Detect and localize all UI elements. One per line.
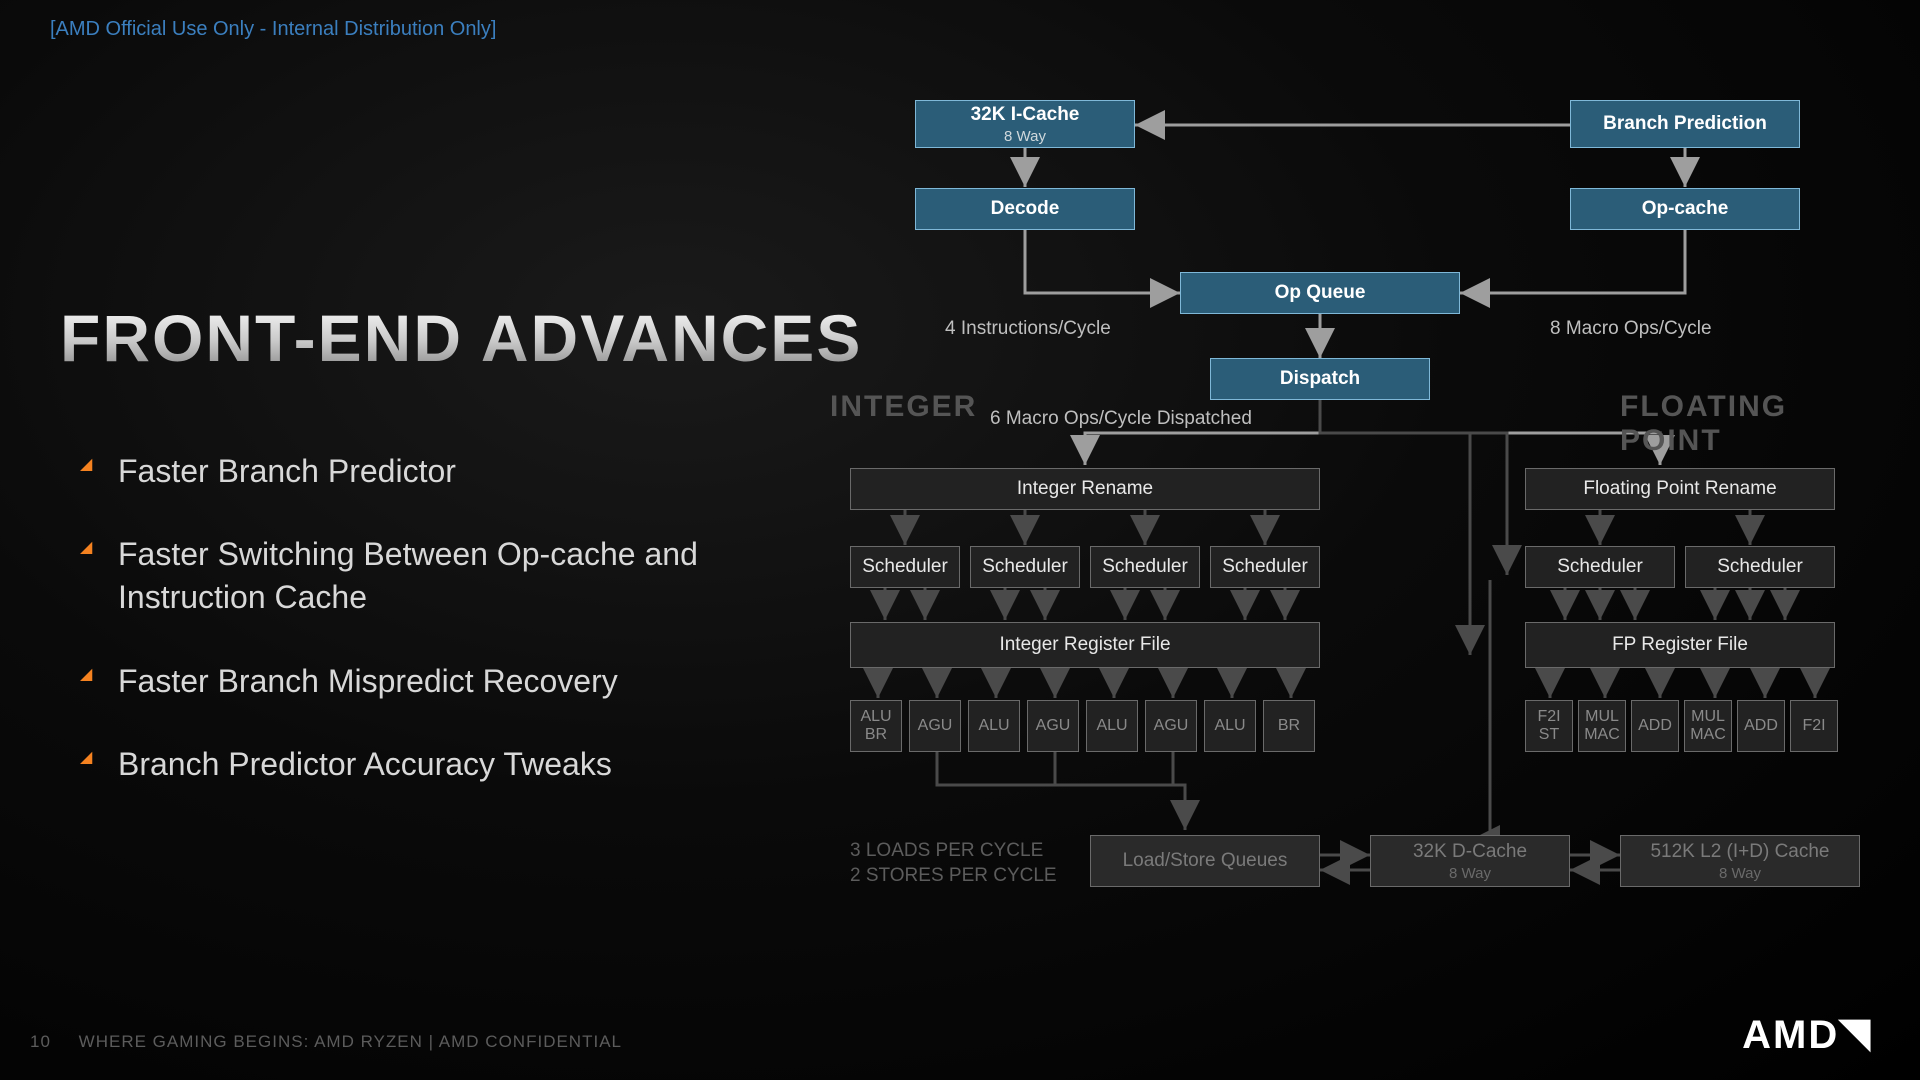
fp-exec-unit: MUL MAC (1684, 700, 1732, 752)
bullet-item: Faster Switching Between Op-cache and In… (80, 533, 800, 619)
macro-dispatch-caption: 6 Macro Ops/Cycle Dispatched (990, 408, 1252, 430)
int-regfile-block: Integer Register File (850, 622, 1320, 668)
fp-exec-unit: ADD (1631, 700, 1679, 752)
fp-section-label: FLOATING POINT (1620, 390, 1890, 458)
slide-title: FRONT-END ADVANCES (60, 300, 862, 376)
integer-section-label: INTEGER (830, 390, 977, 424)
int-exec-unit: AGU (909, 700, 961, 752)
int-scheduler-block: Scheduler (970, 546, 1080, 588)
fp-regfile-block: FP Register File (1525, 622, 1835, 668)
int-scheduler-block: Scheduler (850, 546, 960, 588)
int-exec-unit: AGU (1027, 700, 1079, 752)
lsq-block: Load/Store Queues (1090, 835, 1320, 887)
page-number: 10 (30, 1032, 51, 1051)
l2-block: 512K L2 (I+D) Cache8 Way (1620, 835, 1860, 887)
fp-exec-unit: ADD (1737, 700, 1785, 752)
op-queue-block: Op Queue (1180, 272, 1460, 314)
stores-caption: 2 STORES PER CYCLE (850, 865, 1057, 887)
bullet-item: Faster Branch Predictor (80, 450, 800, 493)
fp-scheduler-block: Scheduler (1685, 546, 1835, 588)
fp-exec-unit: F2I (1790, 700, 1838, 752)
macro-ops-in-caption: 8 Macro Ops/Cycle (1550, 318, 1712, 340)
dispatch-block: Dispatch (1210, 358, 1430, 400)
int-exec-unit: ALU (968, 700, 1020, 752)
bullet-list: Faster Branch Predictor Faster Switching… (80, 410, 800, 826)
dcache-block: 32K D-Cache8 Way (1370, 835, 1570, 887)
fp-exec-unit: MUL MAC (1578, 700, 1626, 752)
footer-text: WHERE GAMING BEGINS: AMD RYZEN | AMD CON… (79, 1032, 622, 1051)
fp-rename-block: Floating Point Rename (1525, 468, 1835, 510)
int-exec-unit: BR (1263, 700, 1315, 752)
int-rename-block: Integer Rename (850, 468, 1320, 510)
bullet-item: Faster Branch Mispredict Recovery (80, 660, 800, 703)
loads-caption: 3 LOADS PER CYCLE (850, 840, 1043, 862)
bullet-item: Branch Predictor Accuracy Tweaks (80, 743, 800, 786)
instr-cycle-caption: 4 Instructions/Cycle (945, 318, 1111, 340)
fp-exec-unit: F2I ST (1525, 700, 1573, 752)
footer: 10 WHERE GAMING BEGINS: AMD RYZEN | AMD … (30, 1032, 622, 1052)
branch-prediction-block: Branch Prediction (1570, 100, 1800, 148)
int-scheduler-block: Scheduler (1090, 546, 1200, 588)
fp-scheduler-block: Scheduler (1525, 546, 1675, 588)
int-exec-unit: ALU (1086, 700, 1138, 752)
classification-banner: [AMD Official Use Only - Internal Distri… (50, 18, 496, 41)
int-exec-unit: ALU BR (850, 700, 902, 752)
architecture-diagram: 32K I-Cache8 Way Branch Prediction Decod… (830, 80, 1890, 1020)
icache-block: 32K I-Cache8 Way (915, 100, 1135, 148)
int-exec-unit: AGU (1145, 700, 1197, 752)
int-scheduler-block: Scheduler (1210, 546, 1320, 588)
opcache-block: Op-cache (1570, 188, 1800, 230)
int-exec-unit: ALU (1204, 700, 1256, 752)
decode-block: Decode (915, 188, 1135, 230)
